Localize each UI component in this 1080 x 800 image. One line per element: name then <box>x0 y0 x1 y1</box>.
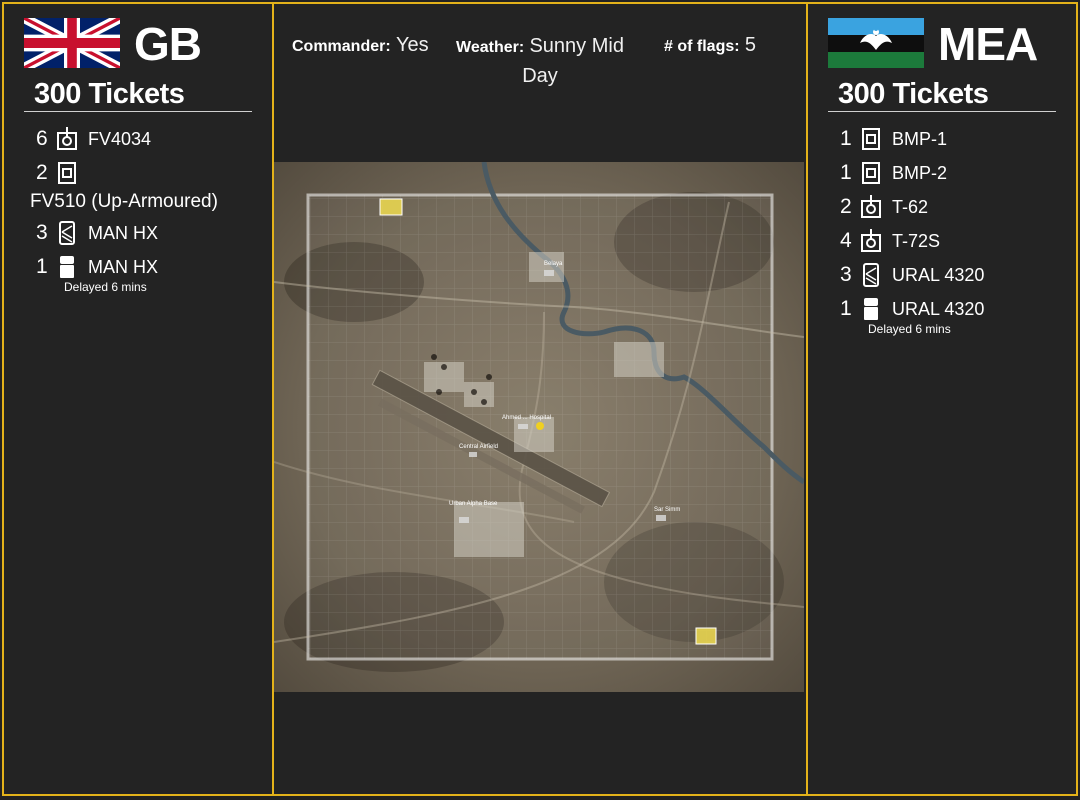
unit-count: 1 <box>840 127 852 150</box>
unit-name: T-62 <box>892 196 929 217</box>
team-panel-mea: MEA 300 Tickets 1 BMP-1 1 BMP-2 2 T-62 4 <box>806 2 1078 796</box>
unit-name: BMP-2 <box>892 162 948 183</box>
apc-icon <box>860 161 882 185</box>
weather-info: Weather: Sunny Mid Day <box>450 32 630 91</box>
map-label: Sar Simm <box>654 507 680 513</box>
mea-flag-icon <box>828 18 924 68</box>
ticket-count: 300 Tickets <box>34 78 185 110</box>
unit-row: 2 T-62 <box>808 190 1076 224</box>
unit-row: 1 URAL 4320 <box>808 292 1076 326</box>
unit-count: 3 <box>840 263 852 286</box>
unit-name: BMP-1 <box>892 128 948 149</box>
logistics-truck-icon <box>860 263 882 287</box>
unit-row: 3 URAL 4320 <box>808 258 1076 292</box>
map-label: Ahmed ... Hospital <box>502 415 551 421</box>
ticket-count: 300 Tickets <box>838 78 989 110</box>
unit-row: 1 BMP-1 <box>808 122 1076 156</box>
unit-count: 1 <box>36 255 48 278</box>
team-name: GB <box>134 18 202 70</box>
tank-icon <box>860 195 882 219</box>
unit-name: FV510 (Up-Armoured) <box>30 191 218 212</box>
flags-value: 5 <box>744 34 756 56</box>
transport-truck-icon <box>860 297 882 321</box>
unit-row: 3 MAN HX <box>4 216 272 250</box>
unit-name: T-72S <box>892 230 941 251</box>
unit-count: 4 <box>840 229 852 252</box>
commander-info: Commander: Yes <box>292 34 429 57</box>
commander-value: Yes <box>395 34 429 56</box>
flags-info: # of flags: 5 <box>664 34 756 57</box>
unit-name: FV4034 <box>88 128 152 149</box>
weather-label: Weather: <box>456 39 525 56</box>
team-name: MEA <box>938 18 1038 70</box>
flags-label: # of flags: <box>664 38 740 55</box>
unit-name: URAL 4320 <box>892 298 985 319</box>
map-label: Central Airfield <box>459 444 498 450</box>
unit-count: 2 <box>36 161 48 184</box>
map-label: Urban Alpha Base <box>449 501 498 507</box>
unit-row: 2 <box>4 156 272 190</box>
unit-count: 6 <box>36 127 48 150</box>
delay-note: Delayed 6 mins <box>64 280 147 294</box>
uk-flag-icon <box>24 18 120 68</box>
map-image: Central Airfield Ahmed ... Hospital Bela… <box>274 162 804 692</box>
transport-truck-icon <box>56 255 78 279</box>
divider <box>24 111 252 112</box>
match-info-bar: Commander: Yes Weather: Sunny Mid Day # … <box>274 34 806 94</box>
match-info-panel: Commander: Yes Weather: Sunny Mid Day # … <box>272 2 808 796</box>
unit-name: URAL 4320 <box>892 264 985 285</box>
team-panel-gb: GB 300 Tickets 6 FV4034 2 FV510 (Up-Armo… <box>2 2 274 796</box>
tank-icon <box>860 229 882 253</box>
unit-list: 6 FV4034 2 FV510 (Up-Armoured) 3 MAN HX … <box>4 122 272 296</box>
unit-count: 2 <box>840 195 852 218</box>
unit-row: 4 T-72S <box>808 224 1076 258</box>
unit-count: 1 <box>840 297 852 320</box>
battlefield-map[interactable]: Central Airfield Ahmed ... Hospital Bela… <box>274 162 804 692</box>
divider <box>828 111 1056 112</box>
commander-label: Commander: <box>292 38 391 55</box>
unit-count: 1 <box>840 161 852 184</box>
tank-icon <box>56 127 78 151</box>
unit-row: 6 FV4034 <box>4 122 272 156</box>
unit-name: MAN HX <box>88 222 159 243</box>
apc-icon <box>56 161 78 185</box>
unit-list: 1 BMP-1 1 BMP-2 2 T-62 4 T-72S 3 URAL 43… <box>808 122 1076 338</box>
apc-icon <box>860 127 882 151</box>
unit-count: 3 <box>36 221 48 244</box>
unit-name: MAN HX <box>88 256 159 277</box>
weather-value: Sunny Mid Day <box>522 35 624 87</box>
logistics-truck-icon <box>56 221 78 245</box>
unit-row: 1 MAN HX <box>4 250 272 284</box>
map-label: Belaya <box>544 261 563 267</box>
unit-row: 1 BMP-2 <box>808 156 1076 190</box>
delay-note: Delayed 6 mins <box>868 322 951 336</box>
